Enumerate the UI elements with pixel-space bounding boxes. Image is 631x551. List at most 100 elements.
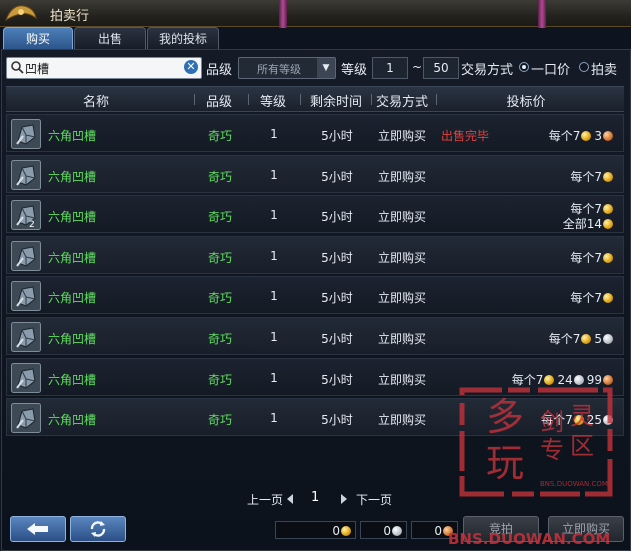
price-amount: 全部14 [562,217,602,231]
search-icon [11,61,24,74]
item-level: 1 [270,168,278,182]
gold-coin-icon [581,334,592,344]
price-amount: 3 [594,129,602,143]
item-name[interactable]: 六角凹槽 [48,249,96,266]
item-name[interactable]: 六角凹槽 [48,411,96,428]
tab-my-bids[interactable]: 我的投标 [147,27,219,50]
price-amount: 每个7 [548,129,581,143]
item-trade-type: 立即购买 [377,251,426,265]
game-logo-icon [4,5,37,22]
item-time-left: 5小时 [321,332,353,346]
price-amount: 每个7 [570,291,602,305]
item-name[interactable]: 六角凹槽 [48,289,96,306]
item-name[interactable]: 六角凹槽 [48,330,96,347]
decorative-pillar [538,0,546,28]
header-grade[interactable]: 品级 [199,91,239,110]
radio-fixed-price-label[interactable]: 一口价 [531,59,570,78]
seal-char: 剑 [540,408,564,436]
prev-page-label[interactable]: 上一页 [247,491,283,508]
item-price-line: 每个7 5 [549,330,613,347]
header-time-left[interactable]: 剩余时间 [304,91,368,110]
item-level: 1 [270,208,278,222]
item-price-line: 每个7 [570,249,613,266]
item-trade-type: 立即购买 [377,170,426,184]
item-trade-type: 立即购买 [377,210,426,224]
item-status: 出售完毕 [441,129,490,143]
tab-buy[interactable]: 购买 [3,27,73,50]
price-amount: 5 [594,332,602,346]
back-button[interactable] [10,516,66,542]
item-name[interactable]: 六角凹槽 [48,371,96,388]
header-bid-price[interactable]: 投标价 [496,91,556,110]
item-name[interactable]: 六角凹槽 [48,127,96,144]
tab-sell[interactable]: 出售 [74,27,146,50]
gold-coin-icon [603,293,613,303]
item-name[interactable]: 六角凹槽 [48,208,96,225]
level-label: 等级 [341,63,368,78]
item-level: 1 [270,289,278,303]
chevron-down-icon[interactable]: ▼ [317,58,335,78]
price-amount: 每个7 [570,251,602,265]
chevron-left-icon[interactable] [285,493,295,505]
watermark-url: BNS.DUOWAN.COM [448,530,611,548]
refresh-button[interactable] [70,516,126,542]
header-trade-type[interactable]: 交易方式 [372,91,432,110]
gold-coin-icon [603,172,613,182]
item-time-left: 5小时 [321,129,353,143]
item-level: 1 [270,371,278,385]
radio-fixed-price[interactable] [519,62,529,72]
item-time-left: 5小时 [321,413,353,427]
silver-amount-value: 0 [383,524,391,538]
radio-auction[interactable] [579,62,589,72]
item-price-line: 每个7 3 [549,127,613,144]
header-level[interactable]: 等级 [255,91,291,110]
chevron-right-icon[interactable] [339,493,349,505]
level-max-input[interactable]: 50 [423,57,459,79]
clear-icon[interactable]: ✕ [184,60,198,74]
item-price-line: 全部14 [563,215,613,232]
item-level: 1 [270,249,278,263]
silver-coin-icon [603,334,613,344]
grade-select[interactable]: 所有等级 ▼ [238,57,336,79]
grade-select-value: 所有等级 [257,63,301,76]
gold-coin-icon [603,253,613,263]
listing-row[interactable]: 六角凹槽 奇巧 1 5小时 立即购买 每个7 [6,236,624,274]
item-time-left: 5小时 [321,170,353,184]
gold-coin-icon [603,204,613,214]
item-time-left: 5小时 [321,373,353,387]
header-divider [436,94,437,105]
header-divider [194,94,195,105]
item-grade: 奇巧 [207,373,232,387]
hexagon-groove-icon [11,241,41,271]
header-name[interactable]: 名称 [66,91,126,110]
radio-auction-label[interactable]: 拍卖 [591,59,617,78]
decorative-pillar [279,0,287,28]
search-input[interactable]: 凹槽 ✕ [6,57,202,79]
item-grade: 奇巧 [207,413,232,427]
hexagon-groove-icon [11,200,41,230]
item-level: 1 [270,330,278,344]
seal-char: 灵 [570,402,594,430]
copper-coin-icon [603,131,613,141]
item-grade: 奇巧 [207,332,232,346]
item-trade-type: 立即购买 [377,373,426,387]
listing-row[interactable]: 六角凹槽 奇巧 1 5小时 立即购买 出售完毕 每个7 3 [6,114,624,152]
gold-amount: 0 [275,521,356,539]
seal-char: 区 [570,432,594,460]
level-range-separator: ~ [412,60,423,74]
next-page-label[interactable]: 下一页 [356,491,392,508]
listing-row[interactable]: 六角凹槽 奇巧 1 5小时 立即购买 每个7 5 [6,317,624,355]
header-divider [248,94,249,105]
hexagon-groove-icon [11,160,41,190]
level-min-input[interactable]: 1 [372,57,408,79]
listing-row[interactable]: 2 六角凹槽 奇巧 1 5小时 立即购买 每个7 全部14 [6,195,624,233]
listing-row[interactable]: 六角凹槽 奇巧 1 5小时 立即购买 每个7 [6,155,624,193]
silver-amount: 0 [360,521,407,539]
hexagon-groove-icon [11,322,41,352]
back-arrow-icon [27,523,48,535]
listing-row[interactable]: 六角凹槽 奇巧 1 5小时 立即购买 每个7 [6,276,624,314]
item-level: 1 [270,127,278,141]
item-name[interactable]: 六角凹槽 [48,168,96,185]
seal-url: BNS.DUOWAN.COM [540,480,608,488]
seal-char: 多 [486,395,524,439]
